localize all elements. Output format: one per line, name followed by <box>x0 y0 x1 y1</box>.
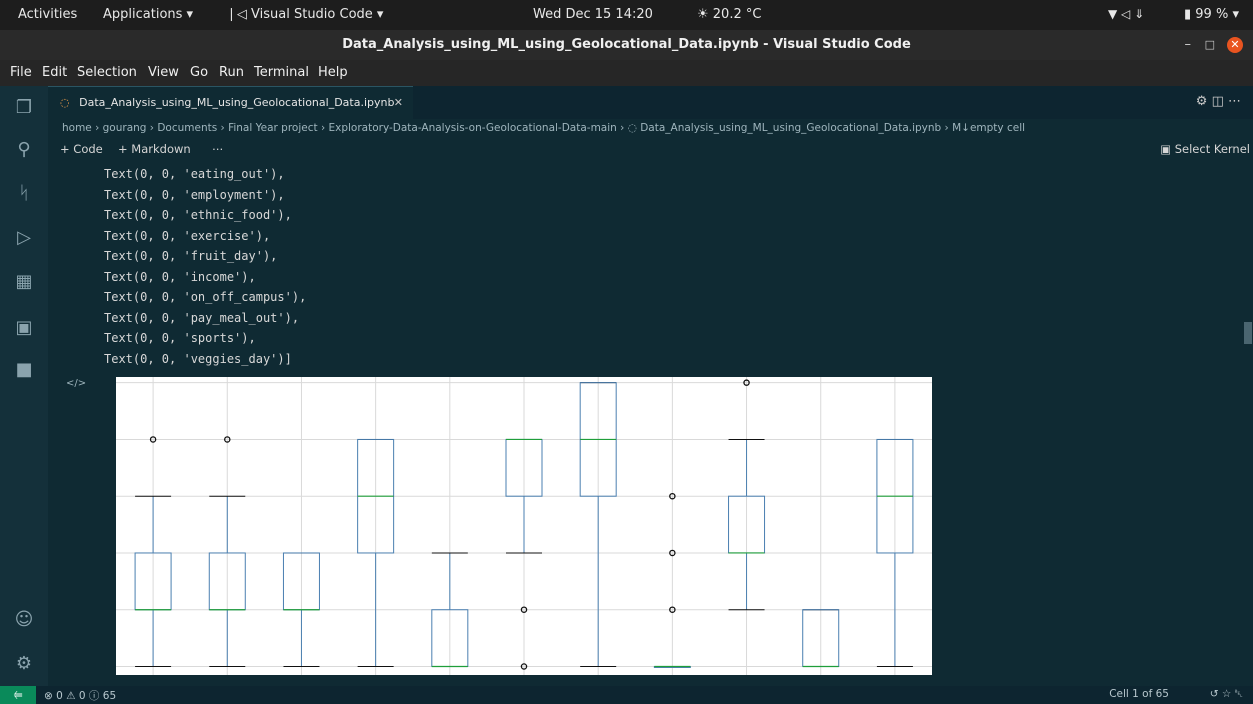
output-line: Text(0, 0, 'exercise'), <box>104 228 271 243</box>
maximize-button[interactable]: □ <box>1205 30 1215 60</box>
menu-terminal[interactable]: Terminal <box>254 65 309 80</box>
account-icon[interactable]: ☺ <box>12 608 36 632</box>
editor-tab-bar: ◌ Data_Analysis_using_ML_using_Geolocati… <box>48 86 1253 119</box>
output-line: Text(0, 0, 'veggies_day')] <box>104 351 292 366</box>
cell-output-text: Text(0, 0, 'eating_out'), Text(0, 0, 'em… <box>104 164 306 369</box>
add-markdown-cell-button[interactable]: + Markdown <box>118 142 191 156</box>
run-debug-icon[interactable]: ▷ <box>12 226 36 250</box>
boxplot-chart: 123456 <box>104 377 932 675</box>
explorer-icon[interactable]: ❐ <box>12 96 36 120</box>
settings-gear-icon[interactable]: ⚙ <box>12 652 36 676</box>
source-control-icon[interactable]: ᛋ <box>12 182 36 206</box>
output-line: Text(0, 0, 'fruit_day'), <box>104 249 278 263</box>
close-window-button[interactable]: ✕ <box>1227 37 1243 53</box>
output-mime-icon[interactable]: </> <box>66 378 86 389</box>
menu-help[interactable]: Help <box>318 65 348 80</box>
app-menu-vscode[interactable]: ❘◁ Visual Studio Code ▾ <box>226 7 383 22</box>
activity-bar: ❐ ⚲ ᛋ ▷ ▦ ▣ ■ ☺ ⚙ <box>0 86 48 686</box>
menu-go[interactable]: Go <box>190 65 208 80</box>
output-line: Text(0, 0, 'on_off_campus'), <box>104 290 307 304</box>
output-line: Text(0, 0, 'sports'), <box>104 331 256 345</box>
docker-icon[interactable]: ■ <box>12 358 36 382</box>
clock[interactable]: Wed Dec 15 14:20 <box>533 7 653 22</box>
tab-label: Data_Analysis_using_ML_using_Geolocation… <box>79 96 395 109</box>
output-line: Text(0, 0, 'pay_meal_out'), <box>104 310 300 325</box>
menu-edit[interactable]: Edit <box>42 65 67 80</box>
editor-actions[interactable]: ⚙ ◫ ⋯ <box>1196 94 1241 109</box>
add-code-cell-button[interactable]: + Code <box>60 142 103 156</box>
editor-scrollbar-thumb[interactable] <box>1244 322 1252 344</box>
minimize-button[interactable]: – <box>1185 30 1192 60</box>
output-line: Text(0, 0, 'income'), <box>104 269 256 284</box>
menu-run[interactable]: Run <box>219 65 244 80</box>
tab-close-icon[interactable]: ✕ <box>394 87 403 119</box>
window-title: Data_Analysis_using_ML_using_Geolocation… <box>342 37 911 52</box>
window-titlebar: Data_Analysis_using_ML_using_Geolocation… <box>0 30 1253 60</box>
notebook-file-icon: ◌ <box>60 96 70 109</box>
status-right-icons[interactable]: ↺ ☆ ␇ <box>1210 688 1243 701</box>
network-volume-icons[interactable]: ▼ ◁ ⇓ <box>1108 7 1144 21</box>
cell-position[interactable]: Cell 1 of 65 <box>1109 688 1169 700</box>
menu-view[interactable]: View <box>148 65 179 80</box>
remote-explorer-icon[interactable]: ▣ <box>12 316 36 340</box>
remote-indicator[interactable]: ⥢ <box>0 686 36 704</box>
activities-button[interactable]: Activities <box>18 7 77 22</box>
battery-indicator[interactable]: ▮ 99 % ▾ <box>1184 7 1239 22</box>
more-actions-icon[interactable]: ⋯ <box>212 142 224 156</box>
extensions-icon[interactable]: ▦ <box>12 270 36 294</box>
notebook-toolbar: + Code + Markdown ⋯ ▣ Select Kernel <box>60 142 1250 162</box>
menu-file[interactable]: File <box>10 65 32 80</box>
weather-indicator[interactable]: ☀ 20.2 °C <box>697 7 761 22</box>
output-line: Text(0, 0, 'ethnic_food'), <box>104 208 292 222</box>
search-icon[interactable]: ⚲ <box>12 138 36 162</box>
problems-indicator[interactable]: ⊗ 0 ⚠ 0 ⓘ 65 <box>44 688 116 703</box>
tab-notebook[interactable]: ◌ Data_Analysis_using_ML_using_Geolocati… <box>48 86 413 119</box>
select-kernel-button[interactable]: ▣ Select Kernel <box>1160 142 1250 156</box>
output-line: Text(0, 0, 'employment'), <box>104 187 285 202</box>
output-line: Text(0, 0, 'eating_out'), <box>104 167 285 181</box>
status-bar: ⥢ ⊗ 0 ⚠ 0 ⓘ 65 Cell 1 of 65 ↺ ☆ ␇ <box>0 686 1253 704</box>
applications-menu[interactable]: Applications ▾ <box>103 7 193 22</box>
menu-bar: File Edit Selection View Go Run Terminal… <box>0 60 1253 86</box>
menu-selection[interactable]: Selection <box>77 65 137 80</box>
boxplot-output: 123456 <box>104 377 932 675</box>
breadcrumb[interactable]: home › gourang › Documents › Final Year … <box>62 122 1025 134</box>
system-top-bar: Activities Applications ▾ ❘◁ Visual Stud… <box>0 0 1253 30</box>
